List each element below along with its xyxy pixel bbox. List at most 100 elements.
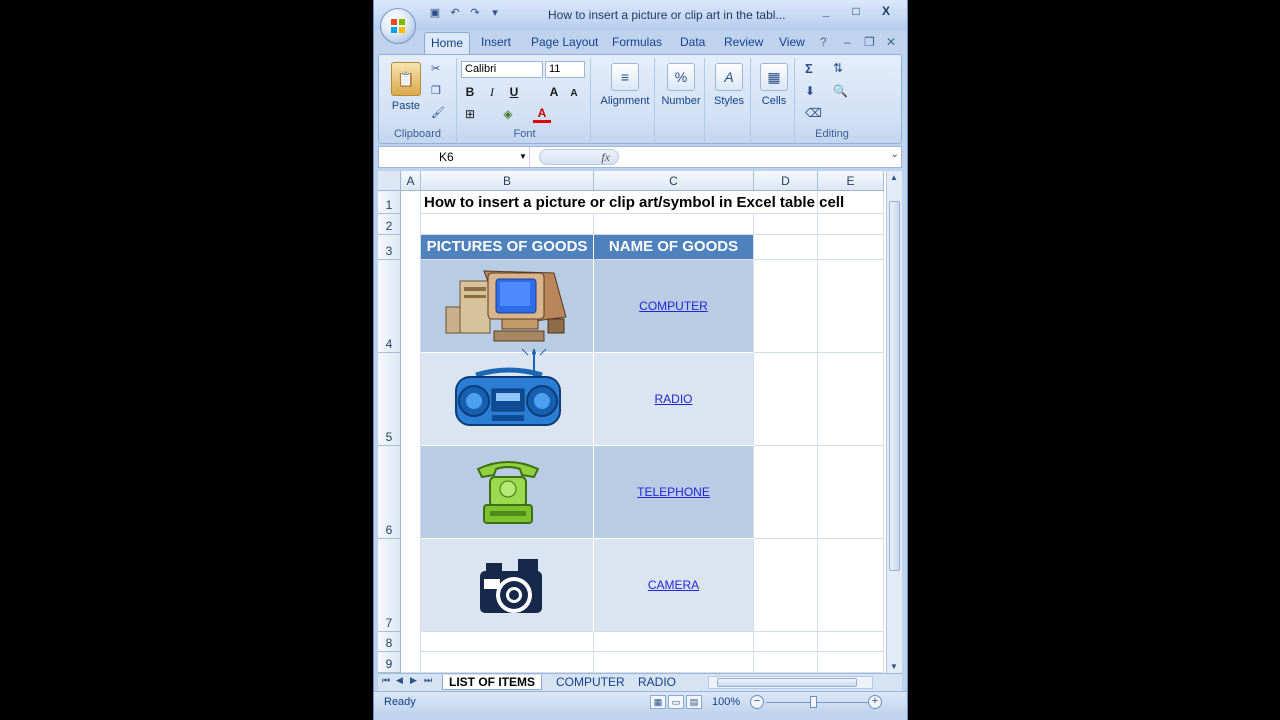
find-select-icon[interactable]: 🔍 [833, 84, 848, 98]
maximize-button[interactable]: □ [841, 2, 871, 20]
horizontal-scrollbar[interactable] [708, 676, 873, 689]
cell-c4[interactable]: COMPUTER [594, 260, 754, 353]
paste-button[interactable]: 📋 Paste [385, 62, 427, 112]
last-sheet-icon[interactable]: ⏭ [424, 675, 432, 686]
row-header-1[interactable]: 1 [378, 191, 401, 214]
tab-review[interactable]: Review [724, 35, 763, 49]
borders-icon[interactable]: ⊞ [461, 106, 479, 123]
sheet-tab-list-of-items[interactable]: LIST OF ITEMS [442, 675, 542, 690]
shrink-font-button[interactable]: A [565, 85, 583, 102]
ribbon-minimize-icon[interactable]: – [844, 35, 851, 49]
autosum-icon[interactable]: Σ [805, 61, 813, 76]
computer-link[interactable]: COMPUTER [594, 299, 753, 313]
cell-c6[interactable]: TELEPHONE [594, 446, 754, 539]
tab-insert[interactable]: Insert [481, 35, 511, 49]
sheet-tab-computer[interactable]: COMPUTER [556, 675, 625, 689]
expand-formula-bar-icon[interactable]: ⌄ [891, 149, 899, 160]
scroll-down-icon[interactable]: ▼ [890, 662, 898, 671]
zoom-slider-thumb[interactable] [810, 696, 817, 708]
cell-c9[interactable] [594, 652, 754, 673]
telephone-clipart[interactable] [474, 457, 542, 527]
vertical-scroll-thumb[interactable] [889, 201, 900, 571]
scroll-up-icon[interactable]: ▲ [890, 173, 898, 182]
vertical-scrollbar[interactable]: ▲ ▼ [886, 171, 902, 673]
cell-e5[interactable] [818, 353, 884, 446]
zoom-level[interactable]: 100% [712, 696, 740, 708]
underline-button[interactable]: U [505, 84, 523, 101]
tab-view[interactable]: View [779, 35, 805, 49]
ribbon-restore-icon[interactable]: ❐ [864, 35, 875, 49]
zoom-out-icon[interactable]: − [750, 695, 764, 709]
name-box-dropdown-icon[interactable]: ▼ [519, 147, 527, 167]
ribbon-close-icon[interactable]: ✕ [886, 35, 896, 49]
cell-e3[interactable] [818, 235, 884, 260]
normal-view-icon[interactable]: ▦ [650, 695, 666, 709]
column-a-cells[interactable] [401, 191, 421, 673]
camera-clipart[interactable] [476, 555, 546, 621]
minimize-button[interactable]: _ [811, 2, 841, 20]
sort-filter-icon[interactable]: ⇅ [833, 61, 843, 75]
first-sheet-icon[interactable]: ⏮ [382, 675, 390, 686]
cell-d9[interactable] [754, 652, 818, 673]
sheet-tab-radio[interactable]: RADIO [638, 675, 676, 689]
fill-icon[interactable]: ⬇ [805, 84, 815, 98]
prev-sheet-icon[interactable]: ◀ [396, 675, 403, 686]
cell-b2[interactable] [421, 214, 594, 235]
alignment-button[interactable]: ≡ Alignment [597, 63, 653, 107]
row-header-8[interactable]: 8 [378, 632, 401, 652]
row-header-6[interactable]: 6 [378, 446, 401, 539]
telephone-link[interactable]: TELEPHONE [594, 485, 753, 499]
office-button[interactable] [380, 8, 416, 44]
number-button[interactable]: % Number [657, 63, 705, 107]
close-button[interactable]: X [871, 2, 901, 20]
fill-color-icon[interactable]: ◈ [499, 106, 517, 123]
grow-font-button[interactable]: A [545, 84, 563, 101]
font-size-box[interactable]: 11 [545, 61, 585, 78]
copy-icon[interactable]: ❐ [431, 84, 441, 97]
cell-d6[interactable] [754, 446, 818, 539]
row-header-7[interactable]: 7 [378, 539, 401, 632]
row-header-4[interactable]: 4 [378, 260, 401, 353]
column-header-b[interactable]: B [421, 171, 594, 191]
cell-e4[interactable] [818, 260, 884, 353]
cell-d7[interactable] [754, 539, 818, 632]
header-name-of-goods[interactable]: NAME OF GOODS [594, 235, 754, 260]
undo-icon[interactable]: ↶ [448, 6, 462, 20]
column-header-a[interactable]: A [401, 171, 421, 191]
horizontal-scroll-thumb[interactable] [717, 678, 857, 687]
computer-clipart[interactable] [444, 267, 570, 343]
cell-c2[interactable] [594, 214, 754, 235]
format-painter-icon[interactable]: 🖌 [431, 106, 445, 119]
cell-c8[interactable] [594, 632, 754, 652]
worksheet-grid[interactable]: A B C D E 1 2 3 4 5 6 7 8 9 How to inser… [378, 171, 888, 673]
redo-icon[interactable]: ↷ [468, 6, 482, 20]
cell-e6[interactable] [818, 446, 884, 539]
zoom-slider-track[interactable] [766, 702, 876, 703]
row-header-9[interactable]: 9 [378, 652, 401, 673]
cell-e8[interactable] [818, 632, 884, 652]
cell-d2[interactable] [754, 214, 818, 235]
header-pictures-of-goods[interactable]: PICTURES OF GOODS [421, 235, 594, 260]
row-header-5[interactable]: 5 [378, 353, 401, 446]
cell-d8[interactable] [754, 632, 818, 652]
italic-button[interactable]: I [483, 84, 501, 101]
row-header-3[interactable]: 3 [378, 235, 401, 260]
page-layout-view-icon[interactable]: ▭ [668, 695, 684, 709]
customize-qat-icon[interactable]: ▾ [488, 6, 502, 20]
styles-button[interactable]: A Styles [707, 63, 751, 107]
radio-link[interactable]: RADIO [594, 392, 753, 406]
save-icon[interactable]: ▣ [428, 6, 442, 20]
column-header-d[interactable]: D [754, 171, 818, 191]
next-sheet-icon[interactable]: ▶ [410, 675, 417, 686]
cell-e9[interactable] [818, 652, 884, 673]
page-break-view-icon[interactable]: ▤ [686, 695, 702, 709]
formula-input[interactable] [624, 149, 881, 165]
camera-link[interactable]: CAMERA [594, 578, 753, 592]
tab-formulas[interactable]: Formulas [612, 35, 662, 49]
bold-button[interactable]: B [461, 84, 479, 101]
cells-button[interactable]: ▦ Cells [753, 63, 795, 107]
zoom-in-icon[interactable]: + [868, 695, 882, 709]
cell-b9[interactable] [421, 652, 594, 673]
cell-e2[interactable] [818, 214, 884, 235]
insert-function-button[interactable]: fx [539, 149, 619, 165]
